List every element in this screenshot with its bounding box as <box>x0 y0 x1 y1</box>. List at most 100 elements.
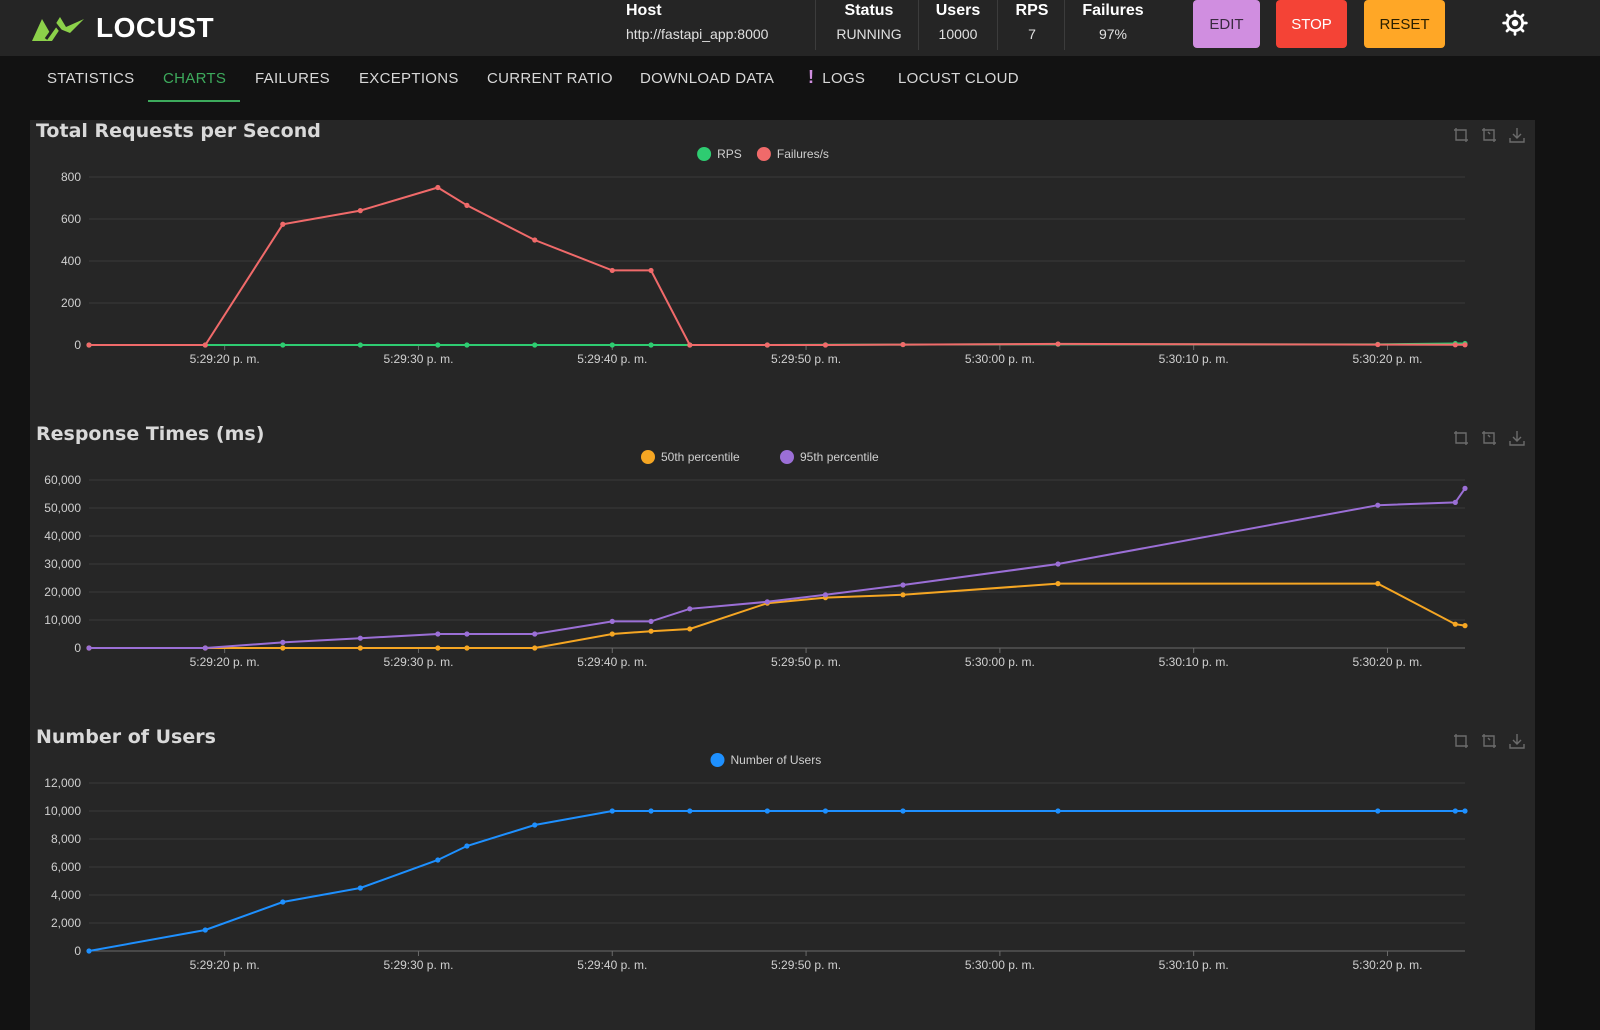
status-value: RUNNING <box>836 26 902 42</box>
number-of-users-chart[interactable]: Number of Users 0 2,000 4,000 6,000 8,000 10,0… <box>30 746 1535 1006</box>
x-tick-label: 5:30:20 p. m. <box>1352 958 1422 972</box>
data-point <box>532 631 538 637</box>
data-point <box>532 342 538 348</box>
data-point <box>1452 808 1458 814</box>
data-point <box>435 645 441 651</box>
data-point <box>464 843 470 849</box>
theme-settings-icon[interactable] <box>1502 10 1528 36</box>
data-point <box>357 885 363 891</box>
tab-current-ratio[interactable]: CURRENT RATIO <box>487 70 613 87</box>
y-tick-label: 4,000 <box>51 888 81 902</box>
data-point <box>280 342 286 348</box>
data-point <box>532 645 538 651</box>
chart-title: Response Times (ms) <box>36 423 265 445</box>
failures-label: Failures <box>1082 2 1144 19</box>
data-point <box>202 645 208 651</box>
data-point <box>648 267 654 274</box>
tab-download-data[interactable]: DOWNLOAD DATA <box>640 70 774 87</box>
chart-title: Number of Users <box>36 726 216 748</box>
status-stat: Status RUNNING <box>820 0 918 50</box>
x-tick-label: 5:29:50 p. m. <box>771 655 841 669</box>
data-point <box>280 639 286 645</box>
x-tick-label: 5:29:40 p. m. <box>577 655 647 669</box>
data-point <box>687 606 693 612</box>
x-tick-label: 5:29:20 p. m. <box>190 655 260 669</box>
data-point <box>464 631 470 637</box>
x-tick-label: 5:30:10 p. m. <box>1159 655 1229 669</box>
data-point <box>280 221 286 227</box>
stop-button[interactable]: STOP <box>1276 0 1347 48</box>
data-point <box>609 342 615 348</box>
tab-locust-cloud[interactable]: LOCUST CLOUD <box>898 70 1019 87</box>
data-point <box>822 592 829 598</box>
legend-label: RPS <box>717 147 742 161</box>
data-point <box>1452 499 1458 505</box>
data-point <box>900 341 906 348</box>
series-line <box>89 582 1466 649</box>
data-point <box>900 582 906 588</box>
data-point <box>1452 621 1458 627</box>
tab-exceptions[interactable]: EXCEPTIONS <box>359 70 459 87</box>
edit-button[interactable]: EDIT <box>1193 0 1260 48</box>
legend-marker <box>780 450 794 464</box>
data-point <box>609 618 615 624</box>
legend-marker <box>756 147 771 161</box>
data-point <box>1055 581 1061 587</box>
app-name: LOCUST <box>96 12 215 43</box>
requests-per-second-chart[interactable]: RPS Failures/s 0 200 400 600 800 5:29:20 p. m. 5… <box>30 140 1535 400</box>
tab-charts[interactable]: CHARTS <box>163 70 226 87</box>
legend-label: Failures/s <box>777 147 829 161</box>
locust-logo-icon <box>32 17 84 41</box>
legend-label: 95th percentile <box>800 450 879 464</box>
locust-logo[interactable]: LOCUST <box>30 8 214 48</box>
tab-logs[interactable]: ! LOGS <box>808 67 865 88</box>
data-point <box>86 342 92 348</box>
host-value: http://fastapi_app:8000 <box>626 26 769 42</box>
response-times-chart[interactable]: 50th percentile 95th percentile 0 10,000 20,… <box>30 443 1535 703</box>
legend-label: Number of Users <box>731 753 822 767</box>
data-point <box>822 342 829 348</box>
users-stat: Users 10000 <box>922 0 994 50</box>
divider <box>815 0 816 50</box>
x-tick-label: 5:30:20 p. m. <box>1352 655 1422 669</box>
y-tick-label: 6,000 <box>51 860 81 874</box>
y-tick-label: 0 <box>74 338 81 352</box>
y-tick-label: 12,000 <box>44 776 81 790</box>
data-point <box>435 184 441 191</box>
x-tick-label: 5:29:30 p. m. <box>383 352 453 366</box>
data-point <box>764 342 770 348</box>
data-point <box>280 645 286 651</box>
data-point <box>435 857 441 863</box>
tab-logs-label: LOGS <box>822 70 866 87</box>
y-tick-label: 40,000 <box>44 529 81 543</box>
data-point <box>464 202 470 208</box>
data-point <box>1055 561 1061 567</box>
y-tick-label: 30,000 <box>44 557 81 571</box>
reset-button[interactable]: RESET <box>1364 0 1445 48</box>
users-value: 10000 <box>938 26 978 42</box>
tab-statistics[interactable]: STATISTICS <box>47 70 134 87</box>
data-point <box>435 631 441 637</box>
host-stat: Host http://fastapi_app:8000 <box>626 0 802 50</box>
data-point <box>1055 341 1061 347</box>
data-point <box>357 645 363 651</box>
y-tick-label: 8,000 <box>51 832 81 846</box>
x-tick-label: 5:30:00 p. m. <box>965 958 1035 972</box>
data-point <box>435 342 441 348</box>
data-point <box>687 626 693 632</box>
data-point <box>280 899 286 905</box>
data-point <box>687 808 693 814</box>
rps-value: 7 <box>1028 26 1036 42</box>
tab-failures[interactable]: FAILURES <box>255 70 330 87</box>
y-tick-label: 2,000 <box>51 916 81 930</box>
data-point <box>357 208 363 214</box>
data-point <box>1055 808 1061 814</box>
data-point <box>1375 581 1381 587</box>
x-tick-label: 5:30:00 p. m. <box>965 655 1035 669</box>
data-point <box>1462 485 1468 491</box>
y-tick-label: 60,000 <box>44 473 81 487</box>
data-point <box>464 645 470 651</box>
rps-label: RPS <box>1015 2 1049 19</box>
divider <box>1064 0 1065 50</box>
series-line <box>89 487 1466 649</box>
